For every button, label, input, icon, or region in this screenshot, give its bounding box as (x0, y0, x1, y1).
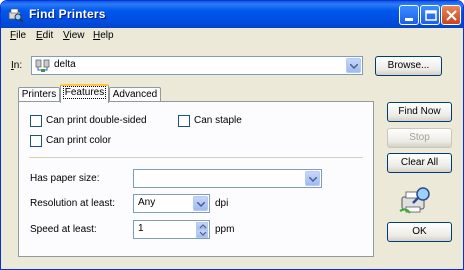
speed-label: Speed at least: (30, 224, 97, 235)
tab-printers[interactable]: Printers (18, 87, 60, 102)
tab-advanced[interactable]: Advanced (109, 87, 161, 102)
separator (29, 157, 363, 158)
staple-label: Can staple (194, 115, 242, 126)
spin-up-button[interactable] (196, 222, 208, 230)
ok-button[interactable]: OK (387, 222, 452, 242)
paper-size-select[interactable] (133, 169, 322, 188)
color-label: Can print color (46, 135, 112, 146)
resolution-value: Any (138, 197, 156, 208)
tab-features[interactable]: Features (60, 84, 109, 103)
speed-unit: ppm (215, 224, 235, 235)
chevron-down-icon (309, 177, 317, 182)
window-title: Find Printers (29, 7, 106, 21)
location-label: In: (11, 60, 23, 71)
browse-button[interactable]: Browse... (375, 56, 442, 76)
chevron-down-icon (350, 64, 358, 69)
find-now-button[interactable]: Find Now (387, 102, 452, 122)
speed-value: 1 (138, 223, 144, 234)
resolution-unit: dpi (215, 198, 229, 209)
color-checkbox[interactable] (30, 135, 42, 147)
menu-view[interactable]: View (63, 30, 85, 41)
close-icon (446, 10, 457, 21)
location-value: delta (54, 59, 76, 70)
double-sided-label: Can print double-sided (46, 115, 147, 126)
search-printer-animation-icon (399, 187, 430, 214)
chevron-down-icon (197, 202, 205, 207)
staple-checkbox[interactable] (178, 115, 190, 127)
minimize-icon (405, 18, 413, 21)
location-combobox[interactable]: delta (31, 56, 363, 75)
location-dropdown-button[interactable] (346, 58, 361, 73)
resolution-dropdown-button[interactable] (193, 196, 208, 211)
clear-all-button[interactable]: Clear All (387, 153, 452, 173)
network-icon (35, 59, 50, 72)
resolution-label: Resolution at least: (30, 198, 116, 209)
menu-bar: File Edit View Help (1, 28, 463, 45)
paper-size-label: Has paper size: (30, 173, 100, 184)
close-button[interactable] (441, 5, 461, 25)
stop-button[interactable]: Stop (387, 128, 452, 148)
menu-help[interactable]: Help (93, 30, 114, 41)
spin-down-button[interactable] (196, 230, 208, 238)
maximize-icon (425, 10, 437, 21)
menu-file[interactable]: File (10, 30, 26, 41)
title-bar[interactable]: Find Printers (1, 1, 463, 28)
search-printer-icon (8, 8, 24, 23)
arrow-down-icon (199, 231, 207, 236)
features-panel: Can print double-sided Can staple Can pr… (18, 101, 374, 257)
minimize-button[interactable] (399, 5, 419, 25)
paper-size-dropdown-button[interactable] (305, 171, 320, 186)
resolution-select[interactable]: Any (133, 194, 210, 213)
menu-edit[interactable]: Edit (36, 30, 53, 41)
find-printers-window: Find Printers File Edit View Help In: de… (0, 0, 464, 270)
maximize-button[interactable] (420, 5, 440, 25)
speed-stepper[interactable]: 1 (133, 220, 210, 239)
double-sided-checkbox[interactable] (30, 115, 42, 127)
